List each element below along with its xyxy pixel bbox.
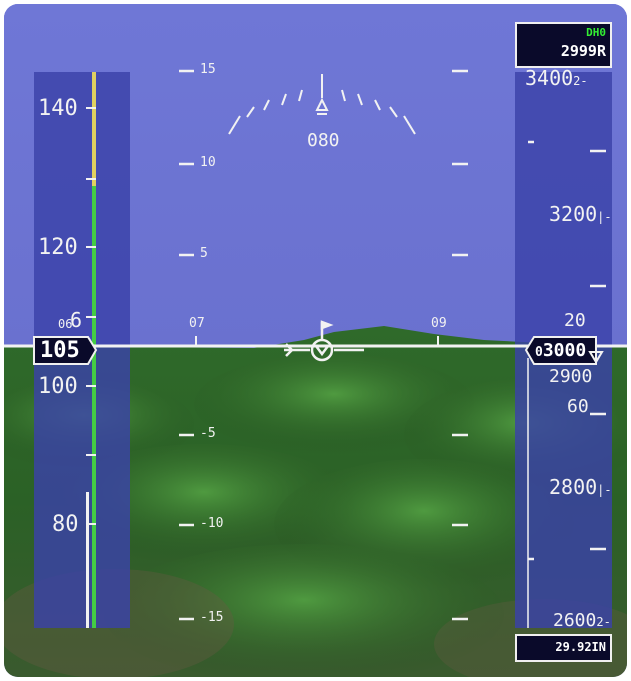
airspeed-label-80: 80: [52, 512, 79, 537]
heading-tape-label-left: 07: [189, 316, 205, 331]
roll-pointer-icon: [315, 97, 329, 115]
altitude-label-3200: 3200|-: [549, 202, 612, 226]
pitch-label-up-15: 15: [200, 62, 216, 77]
flight-path-vector-icon: [284, 320, 364, 362]
altitude-roll-digits-lower: 60: [567, 396, 589, 417]
airspeed-normal-band: [92, 186, 96, 628]
airspeed-label-120: 120: [38, 235, 78, 260]
airspeed-partial-digit: 6: [70, 308, 83, 332]
altitude-label-2800: 2800|-: [549, 475, 612, 499]
pitch-label-down-5: -5: [200, 426, 216, 441]
pitch-label-up-5: 5: [200, 246, 208, 261]
airspeed-flap-band: [86, 492, 89, 628]
roll-scale: [228, 74, 416, 135]
baro-setting-box: 29.92IN: [515, 634, 612, 662]
minimums-label: DH0: [586, 26, 606, 39]
heading-current-value: 080: [307, 130, 340, 151]
airspeed-label-100: 100: [38, 374, 78, 399]
altitude-label-3400: 34002-: [525, 66, 588, 90]
flight-symbology: [4, 69, 627, 628]
primary-flight-display: 140 120 100 80 06 6 105 15 10 5 -5 -10 -…: [4, 4, 627, 677]
airspeed-caution-band: [92, 72, 96, 186]
altitude-label-2900: 2900: [549, 366, 593, 387]
altitude-label-2600: 26002-: [553, 610, 611, 631]
pitch-label-up-10: 10: [200, 155, 216, 170]
airspeed-current-value: 105: [40, 338, 80, 363]
minimums-box: DH0 2999R: [515, 22, 612, 68]
minimums-value: 2999R: [560, 42, 606, 60]
altitude-current-value: 03000: [535, 340, 587, 361]
altitude-roll-digits-upper: 20: [564, 310, 586, 331]
pitch-label-down-15: -15: [200, 610, 224, 625]
heading-tape-label-right: 09: [431, 316, 447, 331]
baro-setting-value: 29.92IN: [555, 640, 606, 654]
pitch-label-down-10: -10: [200, 516, 224, 531]
airspeed-label-140: 140: [38, 96, 78, 121]
